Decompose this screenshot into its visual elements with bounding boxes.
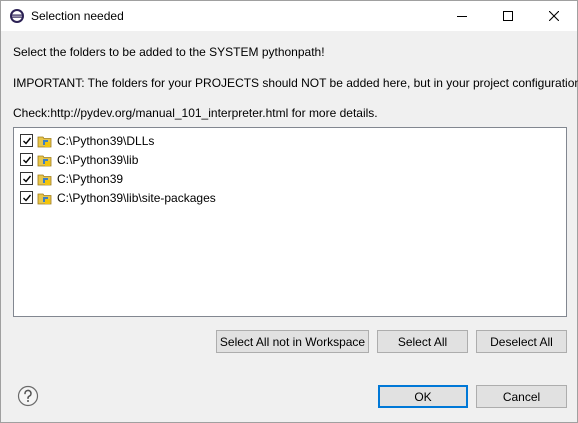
select-all-not-in-workspace-button[interactable]: Select All not in Workspace	[216, 330, 369, 353]
folder-path: C:\Python39\lib	[57, 152, 139, 167]
folder-package-icon	[37, 133, 53, 149]
list-item[interactable]: C:\Python39\lib	[20, 150, 138, 169]
maximize-icon	[503, 11, 513, 21]
eclipse-icon	[9, 8, 25, 24]
folder-path: C:\Python39\lib\site-packages	[57, 190, 216, 205]
folder-package-icon	[37, 190, 53, 206]
selection-dialog: Selection needed Select the folders to b…	[0, 0, 578, 423]
folder-path: C:\Python39\DLLs	[57, 133, 155, 148]
title-bar[interactable]: Selection needed	[1, 1, 577, 31]
close-button[interactable]	[531, 1, 577, 31]
folder-list[interactable]: C:\Python39\DLLs C:\Python39\lib C:\Pyth…	[13, 127, 567, 317]
important-note-text: IMPORTANT: The folders for your PROJECTS…	[13, 76, 578, 90]
select-all-button[interactable]: Select All	[377, 330, 468, 353]
checkbox[interactable]	[20, 134, 33, 147]
folder-path: C:\Python39	[57, 171, 124, 186]
checkbox[interactable]	[20, 191, 33, 204]
list-item[interactable]: C:\Python39\lib\site-packages	[20, 188, 216, 207]
help-link-text: Check:http://pydev.org/manual_101_interp…	[13, 106, 378, 120]
list-item[interactable]: C:\Python39	[20, 169, 123, 188]
checkbox[interactable]	[20, 153, 33, 166]
folder-package-icon	[37, 152, 53, 168]
ok-button[interactable]: OK	[378, 385, 468, 408]
instruction-text: Select the folders to be added to the SY…	[13, 45, 325, 59]
minimize-button[interactable]	[439, 1, 485, 31]
list-item[interactable]: C:\Python39\DLLs	[20, 131, 154, 150]
checkbox[interactable]	[20, 172, 33, 185]
question-mark-icon[interactable]	[17, 385, 39, 407]
deselect-all-button[interactable]: Deselect All	[476, 330, 567, 353]
window-title: Selection needed	[31, 9, 124, 23]
cancel-button[interactable]: Cancel	[476, 385, 567, 408]
minimize-icon	[457, 11, 467, 21]
maximize-button[interactable]	[485, 1, 531, 31]
close-icon	[549, 11, 559, 21]
folder-package-icon	[37, 171, 53, 187]
